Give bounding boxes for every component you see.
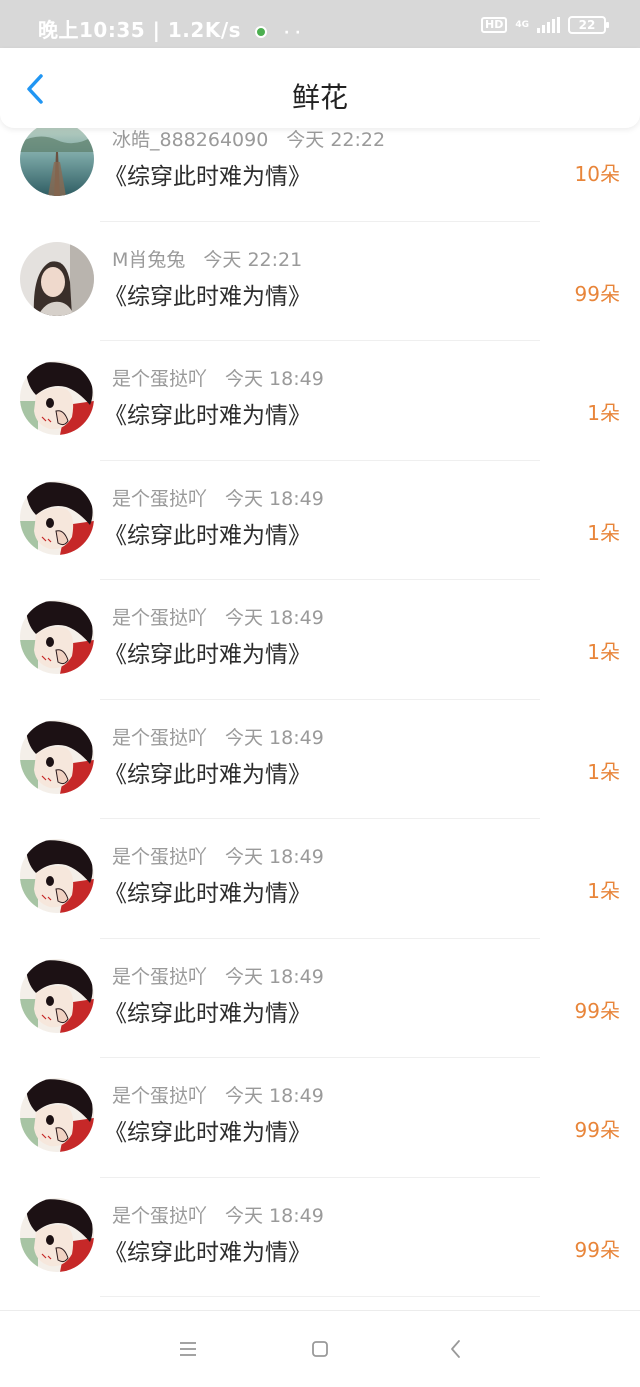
status-indicators: HD 4G 22 bbox=[481, 16, 609, 34]
timestamp: 今天 18:49 bbox=[225, 1204, 324, 1227]
flower-count: 1朵 bbox=[587, 879, 620, 903]
menu-button[interactable] bbox=[176, 1337, 200, 1361]
book-title: 《综穿此时难为情》 bbox=[104, 1000, 311, 1027]
flower-list[interactable]: 冰皓_888264090 今天 22:22 《综穿此时难为情》 10朵 M肖兔兔 今天 2… bbox=[0, 128, 640, 1310]
book-title: 《综穿此时难为情》 bbox=[104, 164, 311, 190]
entry-meta: 是个蛋挞吖 今天 18:49 bbox=[112, 484, 324, 511]
avatar[interactable] bbox=[20, 128, 94, 196]
entry-meta: 是个蛋挞吖 今天 18:49 bbox=[112, 603, 324, 630]
avatar[interactable] bbox=[20, 839, 94, 913]
list-item[interactable]: 是个蛋挞吖 今天 18:49 《综穿此时难为情》 99朵 bbox=[0, 1178, 640, 1297]
network-type: 4G bbox=[515, 19, 529, 30]
timestamp: 今天 18:49 bbox=[225, 1085, 324, 1107]
username[interactable]: 是个蛋挞吖 bbox=[112, 1205, 207, 1227]
entry-meta: 是个蛋挞吖 今天 18:49 bbox=[112, 1081, 324, 1108]
entry-meta: 是个蛋挞吖 今天 18:49 bbox=[112, 723, 324, 750]
username[interactable]: 是个蛋挞吖 bbox=[112, 846, 207, 868]
avatar[interactable] bbox=[20, 1197, 94, 1272]
book-title: 《综穿此时难为情》 bbox=[104, 761, 311, 788]
list-item[interactable]: 是个蛋挞吖 今天 18:49 《综穿此时难为情》 1朵 bbox=[0, 341, 640, 461]
timestamp: 今天 18:49 bbox=[225, 726, 324, 749]
entry-meta: 是个蛋挞吖 今天 18:49 bbox=[112, 962, 324, 989]
book-title: 《综穿此时难为情》 bbox=[104, 1239, 311, 1266]
status-extra: · · bbox=[283, 25, 301, 41]
avatar[interactable] bbox=[20, 958, 94, 1033]
flower-count: 99朵 bbox=[574, 998, 620, 1023]
home-button[interactable] bbox=[308, 1337, 332, 1361]
avatar[interactable] bbox=[20, 480, 94, 555]
username[interactable]: 是个蛋挞吖 bbox=[112, 727, 207, 749]
list-item[interactable]: 冰皓_888264090 今天 22:22 《综穿此时难为情》 10朵 bbox=[0, 128, 640, 222]
signal-icon bbox=[537, 17, 560, 33]
entry-meta: M肖兔兔 今天 22:21 bbox=[112, 245, 302, 272]
system-back-button[interactable] bbox=[444, 1337, 468, 1361]
timestamp: 今天 22:22 bbox=[286, 129, 386, 151]
battery-level: 22 bbox=[578, 18, 596, 32]
book-title: 《综穿此时难为情》 bbox=[104, 1120, 311, 1146]
flower-count: 1朵 bbox=[587, 520, 620, 545]
flower-count: 99朵 bbox=[574, 1118, 620, 1142]
notification-icon bbox=[254, 25, 267, 38]
list-item[interactable]: M肖兔兔 今天 22:21 《综穿此时难为情》 99朵 bbox=[0, 222, 640, 341]
timestamp: 今天 18:49 bbox=[225, 607, 324, 629]
book-title: 《综穿此时难为情》 bbox=[104, 522, 311, 549]
list-item[interactable]: 是个蛋挞吖 今天 18:49 《综穿此时难为情》 1朵 bbox=[0, 461, 640, 580]
battery-icon: 22 bbox=[568, 16, 609, 34]
timestamp: 今天 18:49 bbox=[225, 487, 324, 510]
avatar[interactable] bbox=[20, 719, 94, 794]
entry-meta: 是个蛋挞吖 今天 18:49 bbox=[112, 842, 324, 869]
status-time: 晚上10:35 | 1.2K/s · · bbox=[38, 14, 301, 43]
list-item[interactable]: 是个蛋挞吖 今天 18:49 《综穿此时难为情》 1朵 bbox=[0, 580, 640, 700]
timestamp: 今天 22:21 bbox=[203, 248, 303, 271]
page-title: 鲜花 bbox=[291, 81, 348, 114]
avatar[interactable] bbox=[20, 600, 94, 674]
book-title: 《综穿此时难为情》 bbox=[104, 403, 311, 429]
status-time-speed: 晚上10:35 | 1.2K/s bbox=[38, 18, 242, 42]
book-title: 《综穿此时难为情》 bbox=[104, 642, 311, 668]
username[interactable]: 是个蛋挞吖 bbox=[112, 1085, 207, 1107]
menu-icon bbox=[180, 1342, 196, 1356]
back-icon bbox=[451, 1340, 460, 1358]
entry-meta: 冰皓_888264090 今天 22:22 bbox=[112, 128, 385, 152]
timestamp: 今天 18:49 bbox=[225, 846, 324, 868]
flower-count: 99朵 bbox=[574, 281, 620, 306]
list-item[interactable]: 是个蛋挞吖 今天 18:49 《综穿此时难为情》 99朵 bbox=[0, 1058, 640, 1178]
book-title: 《综穿此时难为情》 bbox=[104, 283, 311, 310]
username[interactable]: 是个蛋挞吖 bbox=[112, 488, 207, 510]
avatar[interactable] bbox=[20, 1078, 94, 1152]
username[interactable]: 冰皓_888264090 bbox=[112, 129, 268, 151]
entry-meta: 是个蛋挞吖 今天 18:49 bbox=[112, 364, 324, 391]
avatar[interactable] bbox=[20, 241, 94, 316]
list-item[interactable]: 是个蛋挞吖 今天 18:49 《综穿此时难为情》 1朵 bbox=[0, 700, 640, 819]
flower-count: 99朵 bbox=[574, 1237, 620, 1262]
list-item[interactable]: 是个蛋挞吖 今天 18:49 《综穿此时难为情》 1朵 bbox=[0, 819, 640, 939]
avatar[interactable] bbox=[20, 361, 94, 435]
timestamp: 今天 18:49 bbox=[225, 965, 324, 988]
flower-count: 1朵 bbox=[587, 640, 620, 664]
username[interactable]: M肖兔兔 bbox=[112, 249, 185, 271]
divider bbox=[100, 1296, 540, 1297]
home-icon bbox=[312, 1341, 328, 1357]
timestamp: 今天 18:49 bbox=[225, 368, 324, 390]
book-title: 《综穿此时难为情》 bbox=[104, 881, 311, 907]
system-nav-bar bbox=[0, 1310, 640, 1387]
flower-count: 1朵 bbox=[587, 401, 620, 425]
header: 鲜花 bbox=[0, 48, 640, 128]
status-bar: 晚上10:35 | 1.2K/s · · HD 4G 22 bbox=[0, 0, 640, 48]
username[interactable]: 是个蛋挞吖 bbox=[112, 368, 207, 390]
entry-meta: 是个蛋挞吖 今天 18:49 bbox=[112, 1201, 324, 1228]
username[interactable]: 是个蛋挞吖 bbox=[112, 607, 207, 629]
flower-count: 1朵 bbox=[587, 759, 620, 784]
hd-icon: HD bbox=[481, 17, 508, 33]
list-item[interactable]: 是个蛋挞吖 今天 18:49 《综穿此时难为情》 99朵 bbox=[0, 939, 640, 1058]
flower-count: 10朵 bbox=[574, 162, 620, 186]
username[interactable]: 是个蛋挞吖 bbox=[112, 966, 207, 988]
